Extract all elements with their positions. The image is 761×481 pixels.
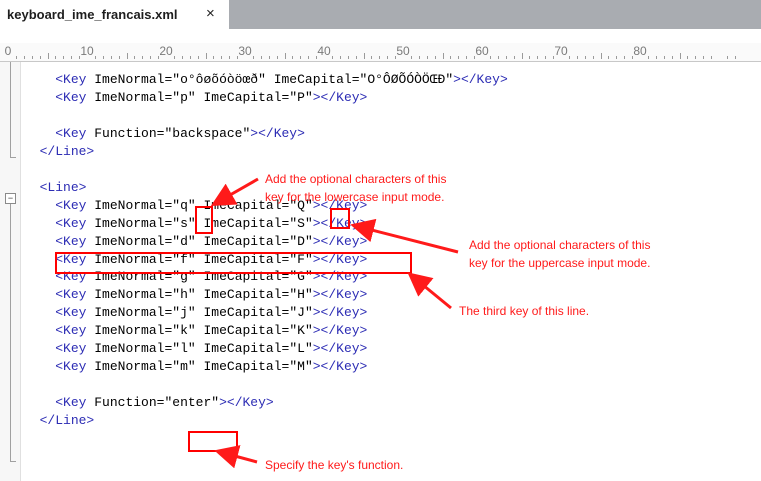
annotation-uppercase-line2: key for the uppercase input mode. (469, 256, 651, 270)
arrow-uppercase (350, 218, 459, 254)
annotation-function: Specify the key's function. (265, 458, 404, 472)
annotation-lowercase-line2: key for the lowercase input mode. (265, 190, 445, 204)
arrow-function (214, 445, 258, 469)
annotation-lowercase-line1: Add the optional characters of this (265, 172, 447, 186)
arrow-third-key (407, 272, 452, 310)
annotation-third-key: The third key of this line. (459, 304, 590, 318)
annotation-uppercase-line1: Add the optional characters of this (469, 238, 651, 252)
annotation-lowercase: Add the optional characters of this key … (265, 170, 446, 206)
arrow-lowercase (210, 177, 259, 206)
annotation-uppercase: Add the optional characters of this key … (469, 236, 650, 272)
